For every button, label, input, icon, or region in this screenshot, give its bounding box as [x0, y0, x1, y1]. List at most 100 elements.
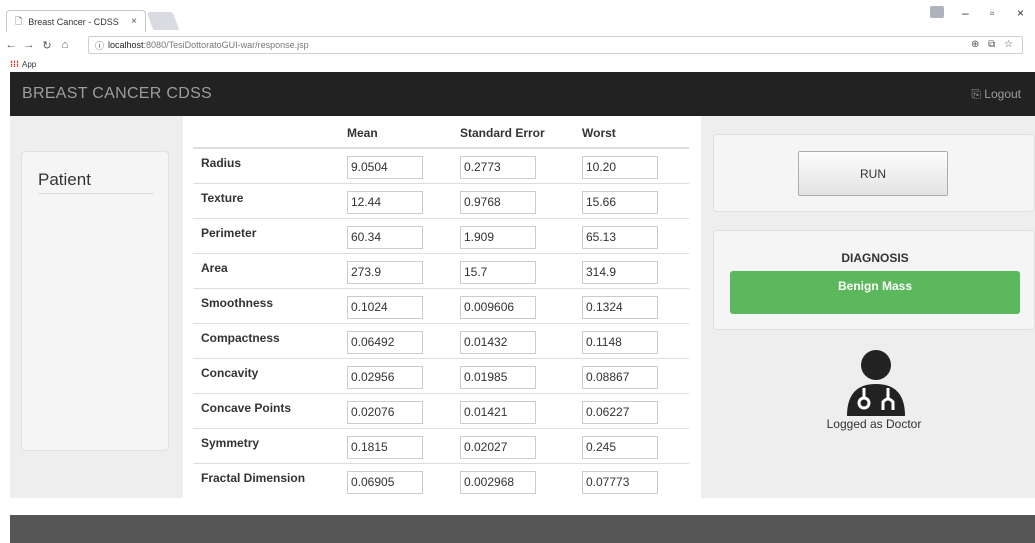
zoom-translate-star-icons[interactable]: ⊕ ⧉ ☆	[971, 39, 1016, 50]
table-row: Texture 12.44 0.9768 15.66	[193, 182, 689, 218]
value-cell: 0.07773	[574, 462, 689, 498]
app-brand[interactable]: BREAST CANCER CDSS	[22, 85, 212, 103]
bookmarks-bar: ⁞⁞⁞ App	[0, 56, 1035, 72]
url-input[interactable]: ⓘ localhost :8080/TesiDottoratoGUI-war/r…	[88, 36, 1023, 54]
table-row: Perimeter 60.34 1.909 65.13	[193, 217, 689, 253]
value-cell: 1.909	[452, 217, 574, 253]
reload-icon[interactable]: ↻	[40, 39, 54, 52]
mean-value-input[interactable]: 0.06492	[347, 330, 423, 354]
row-label: Perimeter	[193, 217, 339, 253]
value-cell: 0.02027	[452, 427, 574, 463]
se-value-input[interactable]: 0.01421	[460, 400, 536, 424]
value-cell: 0.01432	[452, 322, 574, 358]
row-label: Texture	[193, 182, 339, 218]
page-content: Patient Mean Standard Error Worst Radius…	[10, 116, 1035, 498]
patient-title: Patient	[38, 170, 91, 189]
mean-value-input[interactable]: 0.02076	[347, 400, 423, 424]
value-cell: 0.02956	[339, 357, 452, 393]
bookmark-app[interactable]: App	[22, 60, 36, 69]
worst-value-input[interactable]: 0.07773	[582, 470, 658, 494]
value-cell: 0.06227	[574, 392, 689, 428]
diagnosis-panel: DIAGNOSIS Benign Mass	[713, 230, 1035, 330]
logout-link[interactable]: ⎘ Logout	[971, 87, 1021, 102]
value-cell: 0.1815	[339, 427, 452, 463]
se-value-input[interactable]: 0.2773	[460, 156, 536, 179]
run-panel: RUN	[713, 134, 1035, 212]
url-host: localhost	[108, 40, 144, 50]
divider	[38, 193, 154, 194]
url-path: :8080/TesiDottoratoGUI-war/response.jsp	[143, 40, 309, 50]
table-row: Compactness 0.06492 0.01432 0.1148	[193, 322, 689, 358]
value-cell: 60.34	[339, 217, 452, 253]
back-icon[interactable]: ←	[4, 39, 18, 51]
se-value-input[interactable]: 0.01432	[460, 330, 536, 354]
worst-value-input[interactable]: 0.245	[582, 435, 658, 459]
value-cell: 0.9768	[452, 182, 574, 218]
se-value-input[interactable]: 0.01985	[460, 365, 536, 389]
mean-value-input[interactable]: 0.06905	[347, 470, 423, 494]
worst-value-input[interactable]: 65.13	[582, 225, 658, 249]
footer-bar	[10, 515, 1035, 543]
mean-value-input[interactable]: 9.0504	[347, 156, 423, 179]
apps-grid-icon[interactable]: ⁞⁞⁞	[10, 59, 19, 69]
value-cell: 15.7	[452, 252, 574, 288]
table-row: Area 273.9 15.7 314.9	[193, 252, 689, 288]
se-value-input[interactable]: 0.9768	[460, 190, 536, 214]
maximize-icon[interactable]: ▫	[990, 6, 994, 20]
worst-value-input[interactable]: 0.1148	[582, 330, 658, 354]
value-cell: 0.08867	[574, 357, 689, 393]
run-button[interactable]: RUN	[798, 151, 948, 196]
row-label: Compactness	[193, 322, 339, 358]
header-mean: Mean	[339, 116, 452, 149]
diagnosis-result: Benign Mass	[730, 271, 1020, 314]
mean-value-input[interactable]: 12.44	[347, 190, 423, 214]
se-value-input[interactable]: 0.002968	[460, 470, 536, 494]
minimize-icon[interactable]: –	[962, 6, 969, 20]
se-value-input[interactable]: 1.909	[460, 225, 536, 249]
table-row: Fractal Dimension 0.06905 0.002968 0.07773	[193, 462, 689, 498]
value-cell: 0.1324	[574, 287, 689, 323]
logout-icon: ⎘	[971, 87, 981, 101]
row-label: Concave Points	[193, 392, 339, 428]
worst-value-input[interactable]: 0.06227	[582, 400, 658, 424]
worst-value-input[interactable]: 314.9	[582, 260, 658, 284]
row-label: Concavity	[193, 357, 339, 393]
worst-value-input[interactable]: 0.1324	[582, 295, 658, 319]
value-cell: 65.13	[574, 217, 689, 253]
mean-value-input[interactable]: 60.34	[347, 225, 423, 249]
forward-icon[interactable]: →	[22, 39, 36, 51]
table-row: Concave Points 0.02076 0.01421 0.06227	[193, 392, 689, 428]
worst-value-input[interactable]: 0.08867	[582, 365, 658, 389]
table-header-row: Mean Standard Error Worst	[193, 116, 689, 149]
table-row: Smoothness 0.1024 0.009606 0.1324	[193, 287, 689, 323]
se-value-input[interactable]: 0.009606	[460, 295, 536, 319]
diagnosis-title: DIAGNOSIS	[841, 251, 909, 265]
browser-tab[interactable]: 🗋 Breast Cancer - CDSS ×	[6, 10, 146, 32]
doctor-icon	[847, 350, 905, 416]
row-label: Symmetry	[193, 427, 339, 463]
value-cell: 0.245	[574, 427, 689, 463]
mean-value-input[interactable]: 0.1024	[347, 295, 423, 319]
app-navbar: BREAST CANCER CDSS ⎘ Logout	[10, 72, 1035, 116]
mean-value-input[interactable]: 0.02956	[347, 365, 423, 389]
profile-icon[interactable]	[930, 6, 944, 18]
value-cell: 0.1024	[339, 287, 452, 323]
value-cell: 10.20	[574, 147, 689, 183]
se-value-input[interactable]: 0.02027	[460, 435, 536, 459]
worst-value-input[interactable]: 10.20	[582, 156, 658, 179]
mean-value-input[interactable]: 0.1815	[347, 435, 423, 459]
value-cell: 12.44	[339, 182, 452, 218]
se-value-input[interactable]: 15.7	[460, 260, 536, 284]
close-window-icon[interactable]: ×	[1017, 6, 1024, 20]
logged-as-text: Logged as Doctor	[826, 417, 922, 431]
features-table-area: Mean Standard Error Worst Radius 9.0504 0.…	[183, 116, 701, 498]
mean-value-input[interactable]: 273.9	[347, 260, 423, 284]
worst-value-input[interactable]: 15.66	[582, 190, 658, 214]
info-icon: ⓘ	[95, 40, 105, 51]
tab-close-icon[interactable]: ×	[131, 16, 137, 27]
row-label: Area	[193, 252, 339, 288]
header-empty	[193, 116, 339, 149]
browser-tabstrip: 🗋 Breast Cancer - CDSS × – ▫ ×	[0, 0, 1035, 34]
home-icon[interactable]: ⌂	[58, 39, 72, 51]
new-tab-button[interactable]	[146, 12, 180, 30]
